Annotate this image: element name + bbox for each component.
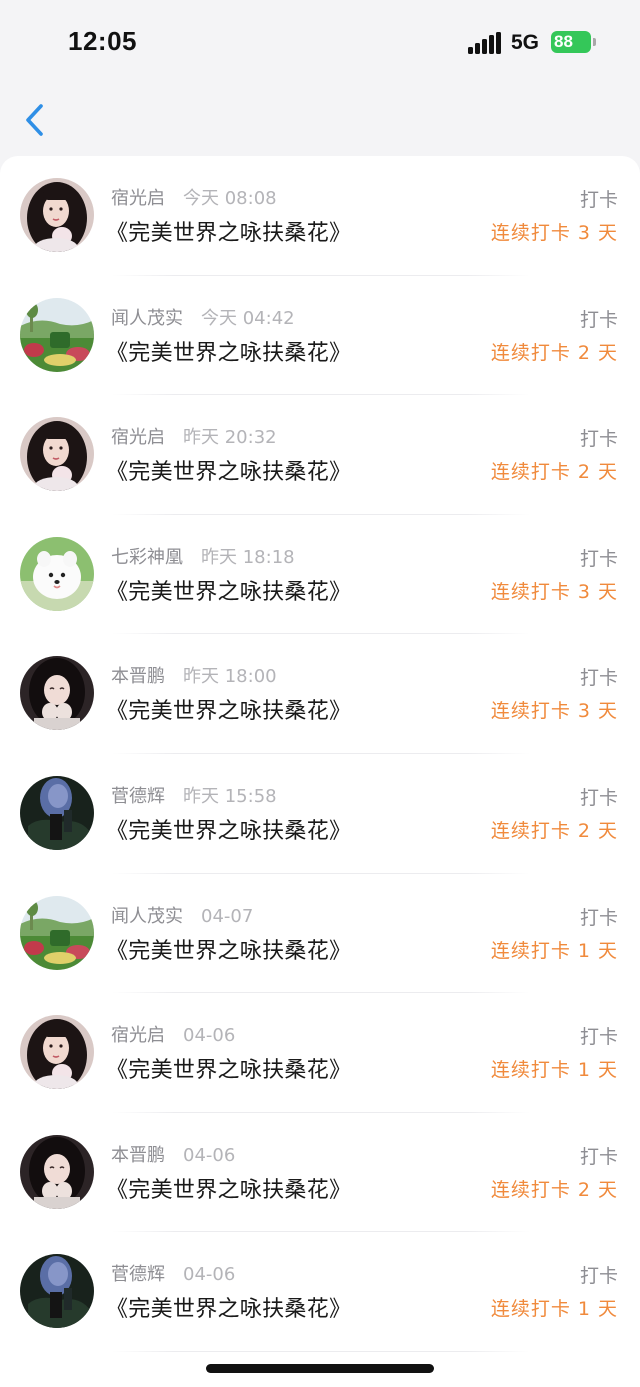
streak-badge: 连续打卡 2 天 — [490, 820, 618, 842]
streak-badge: 连续打卡 2 天 — [490, 461, 618, 484]
navigation-bar — [0, 80, 640, 154]
streak-badge: 连续打卡 2 天 — [490, 341, 618, 364]
network-type: 5G — [511, 31, 540, 54]
checkin-list: 宿光启 今天 08:08 《完美世界之咏扶桑花》 打卡 连续打卡 3 天 闻人茂实… — [0, 156, 640, 1387]
avatar[interactable] — [20, 776, 94, 850]
streak-badge: 连续打卡 3 天 — [490, 700, 618, 723]
checkin-time: 昨天 18:00 — [183, 666, 277, 688]
item-meta: 菅德辉 昨天 15:58 — [111, 782, 277, 808]
checkin-label: 打卡 — [579, 787, 618, 809]
item-meta: 闻人茂实 今天 04:42 — [111, 304, 295, 330]
streak-badge: 连续打卡 1 天 — [490, 1298, 618, 1321]
user-name[interactable]: 菅德辉 — [111, 1264, 165, 1285]
user-name[interactable]: 闻人茂实 — [111, 906, 183, 927]
item-meta: 本晋鹏 04-06 — [111, 1141, 235, 1167]
checkin-time: 04-06 — [183, 1264, 236, 1286]
list-item[interactable]: 宿光启 今天 08:08 《完美世界之咏扶桑花》 打卡 连续打卡 3 天 — [0, 156, 640, 276]
checkin-label: 打卡 — [579, 906, 618, 929]
checkin-label: 打卡 — [579, 667, 618, 690]
checkin-label: 打卡 — [579, 547, 618, 570]
list-item[interactable]: 闻人茂实 今天 04:42 《完美世界之咏扶桑花》 打卡 连续打卡 2 天 — [0, 276, 640, 396]
book-title: 《完美世界之咏扶桑花》 — [106, 1177, 352, 1203]
streak-badge: 连续打卡 3 天 — [490, 580, 618, 603]
user-name[interactable]: 闻人茂实 — [111, 308, 183, 329]
checkin-time: 今天 08:08 — [183, 188, 277, 209]
battery-cap — [593, 38, 596, 46]
avatar[interactable] — [20, 297, 94, 372]
status-time: 12:05 — [68, 26, 137, 56]
item-meta: 本晋鹏 昨天 18:00 — [111, 662, 277, 688]
checkin-time: 昨天 20:32 — [183, 427, 277, 449]
item-meta: 宿光启 今天 08:08 — [111, 184, 277, 210]
book-title: 《完美世界之咏扶桑花》 — [106, 938, 352, 964]
avatar[interactable] — [20, 1015, 94, 1090]
list-item[interactable]: 菅德辉 昨天 15:58 《完美世界之咏扶桑花》 打卡 连续打卡 2 天 — [0, 754, 640, 874]
streak-badge: 连续打卡 2 天 — [490, 1178, 618, 1201]
streak-badge: 连续打卡 1 天 — [490, 1059, 618, 1082]
user-name[interactable]: 宿光启 — [111, 1025, 165, 1046]
avatar[interactable] — [20, 656, 94, 731]
list-item[interactable]: 宿光启 04-06 《完美世界之咏扶桑花》 打卡 连续打卡 1 天 — [0, 993, 640, 1113]
avatar[interactable] — [20, 1254, 94, 1329]
home-indicator — [206, 1364, 434, 1373]
book-title: 《完美世界之咏扶桑花》 — [106, 460, 352, 486]
book-title: 《完美世界之咏扶桑花》 — [106, 340, 352, 366]
user-name[interactable]: 本晋鹏 — [111, 666, 165, 687]
list-item[interactable]: 闻人茂实 04-07 《完美世界之咏扶桑花》 打卡 连续打卡 1 天 — [0, 874, 640, 994]
battery-icon: 88 — [551, 31, 591, 53]
user-name[interactable]: 七彩神凰 — [111, 547, 183, 568]
checkin-time: 昨天 15:58 — [183, 786, 277, 807]
avatar[interactable] — [20, 895, 94, 970]
chevron-left-icon[interactable] — [22, 102, 50, 138]
checkin-time: 04-07 — [201, 905, 254, 927]
list-item[interactable]: 菅德辉 04-06 《完美世界之咏扶桑花》 打卡 连续打卡 1 天 — [0, 1232, 640, 1352]
streak-badge: 连续打卡 3 天 — [490, 222, 618, 244]
avatar[interactable] — [20, 536, 94, 611]
avatar[interactable] — [20, 417, 94, 492]
checkin-label: 打卡 — [579, 1026, 618, 1049]
user-name[interactable]: 宿光启 — [111, 188, 165, 209]
book-title: 《完美世界之咏扶桑花》 — [106, 819, 352, 844]
book-title: 《完美世界之咏扶桑花》 — [106, 221, 352, 246]
user-name[interactable]: 本晋鹏 — [111, 1145, 165, 1166]
status-bar: 12:05 5G 88 — [0, 0, 640, 80]
book-title: 《完美世界之咏扶桑花》 — [106, 579, 352, 605]
list-item[interactable]: 本晋鹏 昨天 18:00 《完美世界之咏扶桑花》 打卡 连续打卡 3 天 — [0, 634, 640, 754]
checkin-label: 打卡 — [579, 189, 618, 211]
checkin-label: 打卡 — [579, 308, 618, 331]
list-item[interactable]: 本晋鹏 04-06 《完美世界之咏扶桑花》 打卡 连续打卡 2 天 — [0, 1113, 640, 1233]
streak-badge: 连续打卡 1 天 — [490, 939, 618, 962]
checkin-time: 04-06 — [183, 1144, 236, 1166]
avatar[interactable] — [20, 178, 94, 252]
battery-level: 88 — [554, 32, 573, 51]
list-item[interactable]: 宿光启 昨天 20:32 《完美世界之咏扶桑花》 打卡 连续打卡 2 天 — [0, 395, 640, 515]
avatar[interactable] — [20, 1134, 94, 1209]
checkin-label: 打卡 — [579, 428, 618, 451]
item-meta: 宿光启 04-06 — [111, 1021, 235, 1047]
book-title: 《完美世界之咏扶桑花》 — [106, 1058, 352, 1084]
item-meta: 闻人茂实 04-07 — [111, 902, 253, 928]
list-item[interactable]: 七彩神凰 昨天 18:18 《完美世界之咏扶桑花》 打卡 连续打卡 3 天 — [0, 515, 640, 635]
checkin-time: 04-06 — [183, 1025, 236, 1047]
checkin-time: 今天 04:42 — [201, 307, 295, 329]
item-meta: 宿光启 昨天 20:32 — [111, 423, 277, 449]
user-name[interactable]: 菅德辉 — [111, 786, 165, 807]
user-name[interactable]: 宿光启 — [111, 427, 165, 448]
checkin-time: 昨天 18:18 — [201, 546, 295, 568]
cellular-signal-icon — [468, 32, 502, 54]
item-meta: 菅德辉 04-06 — [111, 1260, 235, 1286]
book-title: 《完美世界之咏扶桑花》 — [106, 1297, 352, 1323]
book-title: 《完美世界之咏扶桑花》 — [106, 699, 352, 725]
checkin-label: 打卡 — [579, 1145, 618, 1168]
item-meta: 七彩神凰 昨天 18:18 — [111, 543, 295, 569]
checkin-label: 打卡 — [579, 1265, 618, 1288]
